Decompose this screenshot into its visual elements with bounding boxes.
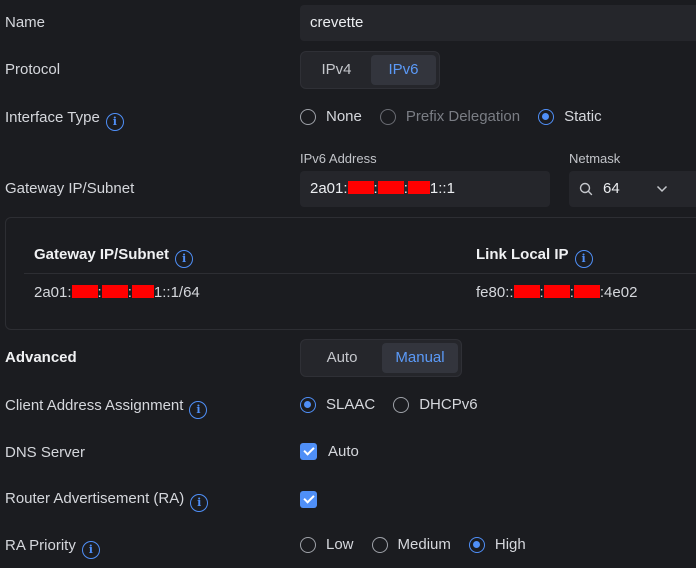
radio-unselected[interactable] [393,396,410,413]
advanced-auto-button[interactable]: Auto [304,343,380,373]
client-address-dhcpv6-option[interactable]: DHCPv6 [393,396,478,413]
search-icon [579,182,593,196]
radio-disabled [379,108,396,125]
name-value: crevette [310,14,364,31]
ipv6-address-prefix: 2a01: [310,180,348,197]
column-header-link-local: Link Local IP i [476,246,593,268]
ipv6-address-suffix: 1::1 [429,180,455,197]
client-address-label: Client Address Assignment i [5,396,208,419]
column-header-gateway: Gateway IP/Subnet i [34,246,194,268]
check-icon[interactable] [300,490,317,508]
table-divider [24,273,696,274]
ra-priority-label: RA Priority i [5,536,100,559]
dns-auto-checkbox-row[interactable]: Auto [300,443,359,460]
interface-type-radio-group: None Prefix Delegation Static [300,108,620,125]
redaction-mark [101,285,128,298]
ra-priority-label-text: RA Priority [5,537,76,554]
cell-text: 2a01: [34,284,72,301]
radio-selected[interactable] [538,108,555,125]
redaction-mark [347,181,374,194]
radio-selected[interactable] [468,536,485,553]
advanced-manual-button[interactable]: Manual [382,343,458,373]
info-icon[interactable]: i [175,250,194,268]
netmask-select[interactable]: 64 [569,171,696,207]
ra-priority-radio-group: Low Medium High [300,536,544,553]
netmask-label: Netmask [569,151,621,166]
protocol-ipv6-button[interactable]: IPv6 [371,55,436,85]
redaction-mark [71,285,98,298]
option-label: Static [564,108,602,125]
ipv6-address-label: IPv6 Address [300,151,377,166]
option-label: Low [326,536,354,553]
router-advertisement-label: Router Advertisement (RA) i [5,489,209,512]
ra-priority-low-option[interactable]: Low [300,536,354,553]
redaction-mark [131,285,154,298]
info-icon[interactable]: i [81,541,100,559]
radio-unselected[interactable] [300,536,316,553]
interface-type-none-option[interactable]: None [300,108,362,125]
check-icon[interactable] [300,443,317,460]
column-header-text: Gateway IP/Subnet [34,246,170,263]
interface-type-label: Interface Type i [5,108,124,131]
dns-server-label: DNS Server [5,444,86,461]
table-row-link-local-cell: fe80:::::4e02 [476,284,637,301]
radio-unselected[interactable] [300,108,316,125]
redaction-mark [513,285,540,298]
gateway-ip-subnet-label: Gateway IP/Subnet [5,180,135,197]
name-label: Name [5,14,46,31]
cell-text: :4e02 [599,284,638,301]
info-icon[interactable]: i [190,494,209,512]
redaction-mark [377,181,404,194]
chevron-down-icon[interactable] [656,185,668,193]
router-advertisement-checkbox[interactable] [300,490,328,508]
ra-priority-medium-option[interactable]: Medium [371,536,451,553]
protocol-label: Protocol [5,61,61,78]
interface-type-prefix-delegation-option: Prefix Delegation [379,108,521,125]
name-input[interactable]: crevette [300,5,696,41]
info-icon[interactable]: i [574,250,593,268]
router-advertisement-label-text: Router Advertisement (RA) [5,490,185,507]
table-row-gateway-cell: 2a01:::1::1/64 [34,284,200,301]
redaction-mark [543,285,570,298]
redaction-mark [407,181,430,194]
protocol-ipv4-button[interactable]: IPv4 [304,55,369,85]
option-label: SLAAC [326,396,376,413]
redaction-mark [573,285,600,298]
option-label: Medium [397,536,451,553]
option-label: Prefix Delegation [405,108,521,125]
option-label: High [494,536,526,553]
ipv6-address-input[interactable]: 2a01:::1::1 [300,171,550,207]
client-address-label-text: Client Address Assignment [5,397,184,414]
cell-text: 1::1/64 [153,284,200,301]
info-icon[interactable]: i [105,113,124,131]
client-address-slaac-option[interactable]: SLAAC [300,396,375,413]
dns-auto-label: Auto [328,443,359,460]
protocol-segmented-control: IPv4 IPv6 [300,51,440,89]
radio-selected[interactable] [300,396,316,413]
info-icon[interactable]: i [189,401,208,419]
client-address-radio-group: SLAAC DHCPv6 [300,396,496,413]
option-label: DHCPv6 [419,396,478,413]
interface-type-static-option[interactable]: Static [538,108,602,125]
netmask-value: 64 [603,180,620,197]
advanced-segmented-control: Auto Manual [300,339,462,377]
advanced-label: Advanced [5,349,77,366]
option-label: None [326,108,362,125]
cell-text: fe80:: [476,284,514,301]
ra-priority-high-option[interactable]: High [468,536,526,553]
interface-type-label-text: Interface Type [5,109,100,126]
radio-unselected[interactable] [371,536,388,553]
column-header-text: Link Local IP [476,246,569,263]
gateway-table-panel: Gateway IP/Subnet i Link Local IP i 2a01::… [5,217,696,330]
